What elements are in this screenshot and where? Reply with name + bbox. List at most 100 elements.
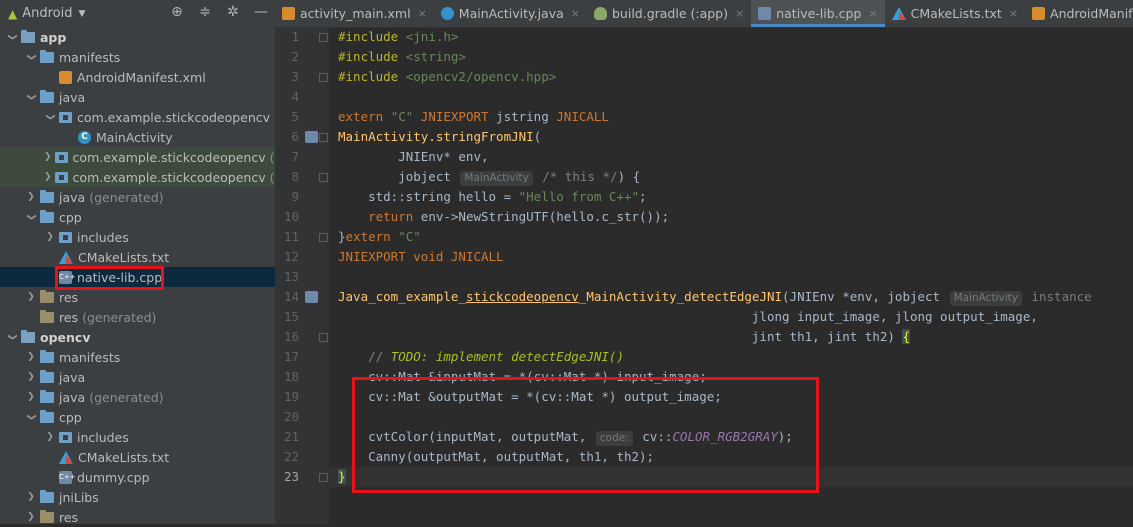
chevron-right-icon[interactable]: ❯: [44, 172, 52, 182]
code-line[interactable]: 17 // TODO: implement detectEdgeJNI(): [275, 347, 1133, 367]
chevron-right-icon[interactable]: ❯: [44, 432, 56, 442]
code-line[interactable]: 8 jobject MainActivity /* this */) {: [275, 167, 1133, 187]
code-line[interactable]: 23}: [275, 467, 1133, 487]
jni-navigate-icon[interactable]: [305, 131, 318, 143]
chevron-right-icon[interactable]: ❯: [25, 372, 37, 382]
cmake-file-icon: [891, 7, 906, 20]
tree-item-com-example-stickcodeopencv[interactable]: ❯ com.example.stickcodeopencv: [0, 107, 275, 127]
fold-marker-icon[interactable]: [319, 173, 328, 182]
tree-item-label: java: [59, 89, 86, 105]
code-line[interactable]: 6 MainActivity.stringFromJNI(: [275, 127, 1133, 147]
code-line[interactable]: 2 #include <string>: [275, 47, 1133, 67]
tree-item-mainactivity[interactable]: C MainActivity: [0, 127, 275, 147]
tree-item-includes[interactable]: ❯ includes: [0, 227, 275, 247]
code-line[interactable]: 13: [275, 267, 1133, 287]
gear-icon[interactable]: ✲: [225, 4, 241, 20]
close-icon[interactable]: ×: [1009, 7, 1018, 20]
close-icon[interactable]: ×: [868, 7, 877, 20]
close-icon[interactable]: ×: [418, 7, 427, 20]
close-icon[interactable]: ×: [571, 7, 580, 20]
chevron-right-icon[interactable]: ❯: [44, 152, 52, 162]
tab-androidmanifest-xml[interactable]: AndroidManifest.xml×: [1025, 0, 1133, 27]
tree-item-cpp[interactable]: ❯ cpp: [0, 407, 275, 427]
tree-item-jnilibs[interactable]: ❯ jniLibs: [0, 487, 275, 507]
line-number: 22: [283, 449, 299, 464]
code-line[interactable]: 10 return env->NewStringUTF(hello.c_str(…: [275, 207, 1133, 227]
chevron-right-icon[interactable]: ❯: [25, 352, 37, 362]
code-line[interactable]: 4: [275, 87, 1133, 107]
tree-item-label: includes: [77, 429, 129, 445]
chevron-down-icon[interactable]: ❯: [45, 111, 55, 123]
tree-item-com-example-stickcodeopencv[interactable]: ❯com.example.stickcodeopencv (test): [0, 167, 275, 187]
locate-icon[interactable]: ⊕: [169, 4, 185, 20]
code-line[interactable]: 9 std::string hello = "Hello from C++";: [275, 187, 1133, 207]
chevron-right-icon[interactable]: ❯: [25, 292, 37, 302]
chevron-down-icon[interactable]: ❯: [7, 31, 17, 43]
tree-item-cmakelists-txt[interactable]: CMakeLists.txt: [0, 447, 275, 467]
chevron-right-icon[interactable]: ❯: [25, 392, 37, 402]
fold-marker-icon[interactable]: [319, 133, 328, 142]
chevron-right-icon[interactable]: ❯: [25, 192, 37, 202]
chevron-down-icon[interactable]: ❯: [7, 331, 17, 343]
tree-item-app[interactable]: ❯ app: [0, 27, 275, 47]
code-line[interactable]: 7 JNIEnv* env,: [275, 147, 1133, 167]
tree-item-manifests[interactable]: ❯ manifests: [0, 47, 275, 67]
code-line[interactable]: 16 jint th1, jint th2) {: [275, 327, 1133, 347]
code-line[interactable]: 18 cv::Mat &inputMat = *(cv::Mat *) inpu…: [275, 367, 1133, 387]
tree-item-native-lib-cpp[interactable]: C++ native-lib.cpp: [0, 267, 275, 287]
code-line[interactable]: 19 cv::Mat &outputMat = *(cv::Mat *) out…: [275, 387, 1133, 407]
code-line[interactable]: 3 #include <opencv2/opencv.hpp>: [275, 67, 1133, 87]
code-line[interactable]: 11}extern "C": [275, 227, 1133, 247]
code-line[interactable]: 1 #include <jni.h>: [275, 27, 1133, 47]
tab-cmakelists-txt[interactable]: CMakeLists.txt ×: [885, 0, 1025, 27]
code-line[interactable]: 22 Canny(outputMat, outputMat, th1, th2)…: [275, 447, 1133, 467]
code-line[interactable]: 20: [275, 407, 1133, 427]
tree-item-res[interactable]: ❯ res: [0, 287, 275, 307]
chevron-right-icon[interactable]: ❯: [25, 492, 37, 502]
tree-item-cpp[interactable]: ❯ cpp: [0, 207, 275, 227]
tree-item-res[interactable]: res (generated): [0, 307, 275, 327]
tree-item-manifests[interactable]: ❯ manifests: [0, 347, 275, 367]
tab-native-lib-cpp[interactable]: native-lib.cpp ×: [751, 0, 885, 27]
tree-item-java[interactable]: ❯ java (generated): [0, 187, 275, 207]
close-icon[interactable]: ×: [735, 7, 744, 20]
chevron-right-icon[interactable]: ❯: [25, 512, 37, 522]
fold-marker-icon[interactable]: [319, 233, 328, 242]
code-line[interactable]: 21 cvtColor(inputMat, outputMat, code: c…: [275, 427, 1133, 447]
tab-mainactivity-java[interactable]: MainActivity.java ×: [434, 0, 587, 27]
fold-marker-icon[interactable]: [319, 333, 328, 342]
tab-activity-main-xml[interactable]: activity_main.xml ×: [275, 0, 434, 27]
chevron-down-icon[interactable]: ❯: [26, 91, 36, 103]
tab-label: MainActivity.java: [458, 6, 564, 21]
fold-marker-icon[interactable]: [319, 73, 328, 82]
chevron-down-icon[interactable]: ❯: [26, 51, 36, 63]
chevron-down-icon[interactable]: ❯: [26, 411, 36, 423]
tree-item-dummy-cpp[interactable]: C++ dummy.cpp: [0, 467, 275, 487]
chevron-down-icon[interactable]: ❯: [26, 211, 36, 223]
ide-window: ▲ Android ▼ ⊕ ≑ ✲ — ❯ app ❯ manifests Androi…: [0, 0, 1133, 527]
java-file-icon: [440, 7, 454, 20]
tree-item-androidmanifest-xml[interactable]: AndroidManifest.xml: [0, 67, 275, 87]
jni-navigate-icon[interactable]: [305, 291, 318, 303]
fold-marker-icon[interactable]: [319, 473, 328, 482]
code-line[interactable]: 15 jlong input_image, jlong output_image…: [275, 307, 1133, 327]
hide-icon[interactable]: —: [253, 4, 269, 20]
tree-item-res[interactable]: ❯ res: [0, 507, 275, 527]
tree-item-java[interactable]: ❯ java: [0, 367, 275, 387]
project-view-selector[interactable]: ▲ Android ▼: [8, 6, 85, 21]
tree-item-java[interactable]: ❯ java (generated): [0, 387, 275, 407]
tree-item-cmakelists-txt[interactable]: CMakeLists.txt: [0, 247, 275, 267]
chevron-right-icon[interactable]: ❯: [44, 232, 56, 242]
tab-build-gradle-app-[interactable]: build.gradle (:app) ×: [587, 0, 751, 27]
code-line[interactable]: 14 Java_com_example_stickcodeopencv_MainA…: [275, 287, 1133, 307]
collapse-all-icon[interactable]: ≑: [197, 4, 213, 20]
tree-item-java[interactable]: ❯ java: [0, 87, 275, 107]
code-line[interactable]: 5 extern "C" JNIEXPORT jstring JNICALL: [275, 107, 1133, 127]
tree-item-com-example-stickcodeopencv[interactable]: ❯com.example.stickcodeopencv (andr: [0, 147, 275, 167]
fold-marker-icon[interactable]: [319, 33, 328, 42]
code-line[interactable]: 12 JNIEXPORT void JNICALL: [275, 247, 1133, 267]
code-text: extern "C" JNIEXPORT jstring JNICALL: [338, 109, 609, 124]
tree-item-includes[interactable]: ❯ includes: [0, 427, 275, 447]
line-number: 17: [283, 349, 299, 364]
tree-item-opencv[interactable]: ❯ opencv: [0, 327, 275, 347]
